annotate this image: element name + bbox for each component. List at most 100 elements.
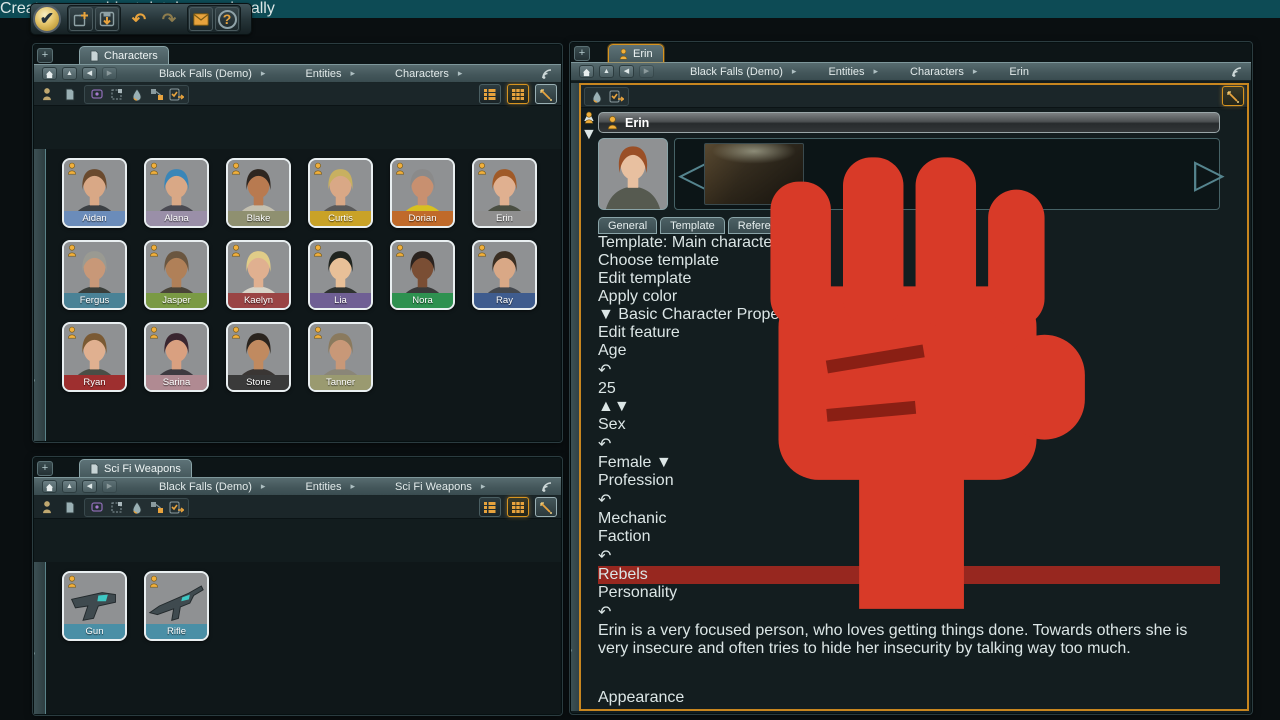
detail-tabrow: + Erin <box>571 43 1251 62</box>
faction-card[interactable]: Rebels <box>598 566 1220 584</box>
grid-view-button[interactable] <box>507 497 529 517</box>
magic-wand-icon <box>1226 90 1240 103</box>
character-card[interactable]: Alana <box>144 158 209 228</box>
checkmark-arrow-icon[interactable] <box>168 86 185 102</box>
character-card[interactable]: Erin <box>472 158 537 228</box>
document-icon[interactable] <box>61 499 78 515</box>
rss-icon[interactable] <box>541 68 553 80</box>
color-drop-icon[interactable] <box>588 88 605 104</box>
character-card[interactable]: Jasper <box>144 240 209 310</box>
character-name-label: Tanner <box>310 375 371 390</box>
back-button[interactable]: ◀ <box>619 65 634 78</box>
frame-icon[interactable] <box>108 86 125 102</box>
document-icon[interactable] <box>61 86 78 102</box>
characters-toolbar <box>34 83 561 106</box>
characters-panel: + Characters ▲ ◀ ▶ Black Falls (Demo) ▸ … <box>33 44 562 442</box>
add-button[interactable] <box>69 7 93 31</box>
entity-icon[interactable] <box>38 499 55 515</box>
characters-tabrow: + Characters <box>34 45 561 64</box>
mail-button[interactable] <box>189 7 213 31</box>
grid-view-button[interactable] <box>507 84 529 104</box>
help-button[interactable]: ? <box>215 7 239 31</box>
breadcrumb-weapons[interactable]: Sci Fi Weapons <box>391 481 476 493</box>
navigator-collapse-strip[interactable]: ▼ Show navigator ▼ <box>34 149 46 441</box>
checkmark-arrow-icon[interactable] <box>608 88 625 104</box>
save-button[interactable] <box>95 7 119 31</box>
home-button[interactable] <box>579 65 594 78</box>
character-card[interactable]: Blake <box>226 158 291 228</box>
forward-button[interactable]: ▶ <box>639 65 654 78</box>
breadcrumb-project[interactable]: Black Falls (Demo) <box>155 68 256 80</box>
color-drop-icon[interactable] <box>128 86 145 102</box>
navigator-collapse-strip[interactable]: ▼ Show navigator ▼ <box>34 562 46 714</box>
help-icon: ? <box>218 10 237 29</box>
breadcrumb-project[interactable]: Black Falls (Demo) <box>686 66 787 78</box>
breadcrumb-separator: ▸ <box>481 481 486 492</box>
breadcrumb-entities[interactable]: Entities <box>824 66 868 78</box>
home-icon <box>45 483 54 492</box>
personality-textarea[interactable]: Erin is a very focused person, who loves… <box>598 622 1220 689</box>
articy-logo-icon[interactable]: ✔ <box>33 5 61 33</box>
template-icon[interactable] <box>88 86 105 102</box>
weapon-card[interactable]: Rifle <box>144 571 209 641</box>
character-name-label: Stone <box>228 375 289 390</box>
new-tab-button[interactable]: + <box>37 461 53 476</box>
up-button[interactable]: ▲ <box>599 65 614 78</box>
home-button[interactable] <box>42 480 57 493</box>
color-drop-icon[interactable] <box>128 499 145 515</box>
character-card[interactable]: Kaelyn <box>226 240 291 310</box>
up-button[interactable]: ▲ <box>62 67 77 80</box>
breadcrumb-project[interactable]: Black Falls (Demo) <box>155 481 256 493</box>
new-tab-button[interactable]: + <box>574 46 590 61</box>
breadcrumb-characters[interactable]: Characters <box>906 66 968 78</box>
home-icon <box>582 68 591 77</box>
list-view-icon <box>483 501 497 514</box>
rss-icon[interactable] <box>541 481 553 493</box>
back-button[interactable]: ◀ <box>82 67 97 80</box>
character-card[interactable]: Ray <box>472 240 537 310</box>
connections-icon[interactable] <box>148 86 165 102</box>
new-tab-button[interactable]: + <box>37 48 53 63</box>
rss-icon[interactable] <box>1231 66 1243 78</box>
entity-icon[interactable] <box>38 86 55 102</box>
character-card[interactable]: Tanner <box>308 322 373 392</box>
list-view-button[interactable] <box>479 84 501 104</box>
tab-erin[interactable]: Erin <box>608 44 664 62</box>
redo-button[interactable]: ↷ <box>157 7 181 31</box>
character-card[interactable]: Lia <box>308 240 373 310</box>
weapon-card[interactable]: Gun <box>62 571 127 641</box>
character-card[interactable]: Stone <box>226 322 291 392</box>
list-view-button[interactable] <box>479 497 501 517</box>
file-button-group <box>67 5 121 33</box>
breadcrumb-entities[interactable]: Entities <box>301 481 345 493</box>
breadcrumb-characters[interactable]: Characters <box>391 68 453 80</box>
reset-appearance-button[interactable]: ↶ <box>598 707 1220 709</box>
forward-button[interactable]: ▶ <box>102 480 117 493</box>
character-card[interactable]: Aidan <box>62 158 127 228</box>
weapon-grid: Gun Rifle <box>46 562 561 714</box>
frame-icon[interactable] <box>108 499 125 515</box>
forward-button[interactable]: ▶ <box>102 67 117 80</box>
home-button[interactable] <box>42 67 57 80</box>
character-card[interactable]: Curtis <box>308 158 373 228</box>
checkmark-arrow-icon[interactable] <box>168 499 185 515</box>
breadcrumb-separator: ▸ <box>351 481 356 492</box>
up-button[interactable]: ▲ <box>62 480 77 493</box>
breadcrumb-entities[interactable]: Entities <box>301 68 345 80</box>
character-card[interactable]: Nora <box>390 240 455 310</box>
character-card[interactable]: Sarina <box>144 322 209 392</box>
character-card[interactable]: Ryan <box>62 322 127 392</box>
breadcrumb-erin[interactable]: Erin <box>1005 66 1033 78</box>
tab-sci-fi-weapons[interactable]: Sci Fi Weapons <box>79 459 192 477</box>
character-card[interactable]: Dorian <box>390 158 455 228</box>
connections-icon[interactable] <box>148 499 165 515</box>
character-card[interactable]: Fergus <box>62 240 127 310</box>
magic-wand-button[interactable] <box>535 497 557 517</box>
template-icon[interactable] <box>88 499 105 515</box>
detail-toolbar <box>581 85 1247 108</box>
tab-characters[interactable]: Characters <box>79 46 169 64</box>
back-button[interactable]: ◀ <box>82 480 97 493</box>
magic-wand-button[interactable] <box>535 84 557 104</box>
undo-button[interactable]: ↶ <box>127 7 151 31</box>
magic-wand-button[interactable] <box>1222 86 1244 106</box>
